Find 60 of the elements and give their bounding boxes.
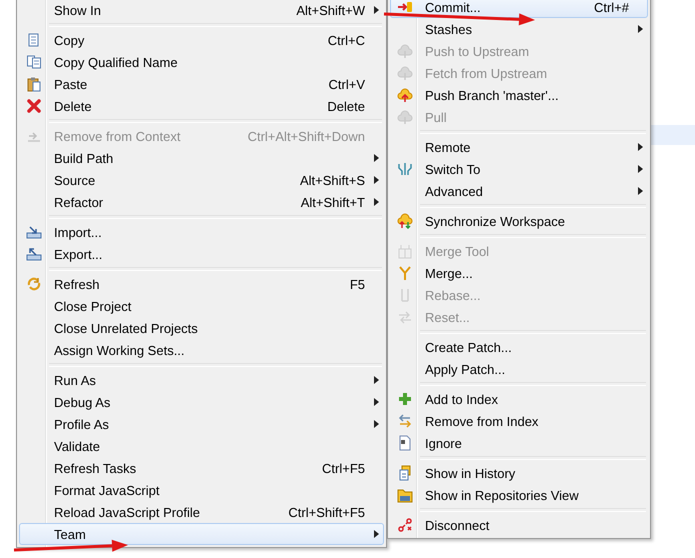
refresh-icon [26,276,42,292]
menu-item[interactable]: Paste Ctrl+V [19,73,384,95]
menu-item[interactable]: Merge... [390,262,648,284]
menu-item[interactable]: Advanced [390,180,648,202]
menu-item[interactable]: Create Patch... [390,336,648,358]
import-icon [26,224,42,240]
menu-item[interactable]: Push Branch 'master'... [390,84,648,106]
menu-item[interactable]: Apply Patch... [390,358,648,380]
menu-item[interactable]: Close Project [19,295,384,317]
menu-item[interactable]: Source Alt+Shift+S [19,169,384,191]
cloud-icon [397,43,413,59]
menu-item[interactable]: Show In Alt+Shift+W [19,0,384,21]
menu-item[interactable]: Build Path [19,147,384,169]
sync-cloud-icon [397,213,413,229]
menu-item[interactable]: Refresh F5 [19,273,384,295]
menu-item[interactable]: Add to Index [390,388,648,410]
menu-item[interactable]: Stashes [390,18,648,40]
menu-item[interactable]: Import... [19,221,384,243]
menu-item[interactable]: Profile As [19,413,384,435]
menu-item[interactable]: Assign Working Sets... [19,339,384,361]
branches-icon [397,161,413,177]
merge-icon [397,265,413,281]
menu-item[interactable]: Run As [19,369,384,391]
menu-item[interactable]: Show in History [390,462,648,484]
menu-item[interactable]: Refactor Alt+Shift+T [19,191,384,213]
clipboard-icon [26,76,42,92]
disconnect-icon [397,517,413,533]
menu-item[interactable]: Debug As [19,391,384,413]
swap-arrows-icon [397,413,413,429]
menu-item[interactable]: Format JavaScript [19,479,384,501]
reset-icon [397,309,413,325]
menu-item[interactable]: Disconnect [390,514,648,536]
cloud-icon [397,109,413,125]
file-icon [397,435,413,451]
menu-item[interactable]: Close Unrelated Projects [19,317,384,339]
menu-item[interactable]: Synchronize Workspace [390,210,648,232]
history-icon [397,465,413,481]
commit-icon [397,0,413,15]
menu-item[interactable]: Remove from Index [390,410,648,432]
export-icon [26,246,42,262]
cloud-icon [397,65,413,81]
menu-item[interactable]: Remote [390,136,648,158]
menu-item[interactable]: Copy Qualified Name [19,51,384,73]
delete-icon [26,98,42,114]
cloud-upload-icon [397,87,413,103]
menu-item[interactable]: Ignore [390,432,648,454]
menu-item[interactable]: Refresh Tasks Ctrl+F5 [19,457,384,479]
menu-item[interactable]: Reload JavaScript Profile Ctrl+Shift+F5 [19,501,384,523]
menu-item[interactable]: Copy Ctrl+C [19,29,384,51]
menu-item[interactable]: Commit... Ctrl+# [390,0,648,18]
menu-item[interactable]: Validate [19,435,384,457]
menu-item[interactable]: Export... [19,243,384,265]
merge-tool-icon [397,243,413,259]
menu-item[interactable]: Show in Repositories View [390,484,648,506]
documents-icon [26,54,42,70]
plus-icon [397,391,413,407]
menu-item[interactable]: Delete Delete [19,95,384,117]
menu-item[interactable]: Switch To [390,158,648,180]
menu-item[interactable]: Team [19,523,384,545]
folder-icon [397,487,413,503]
